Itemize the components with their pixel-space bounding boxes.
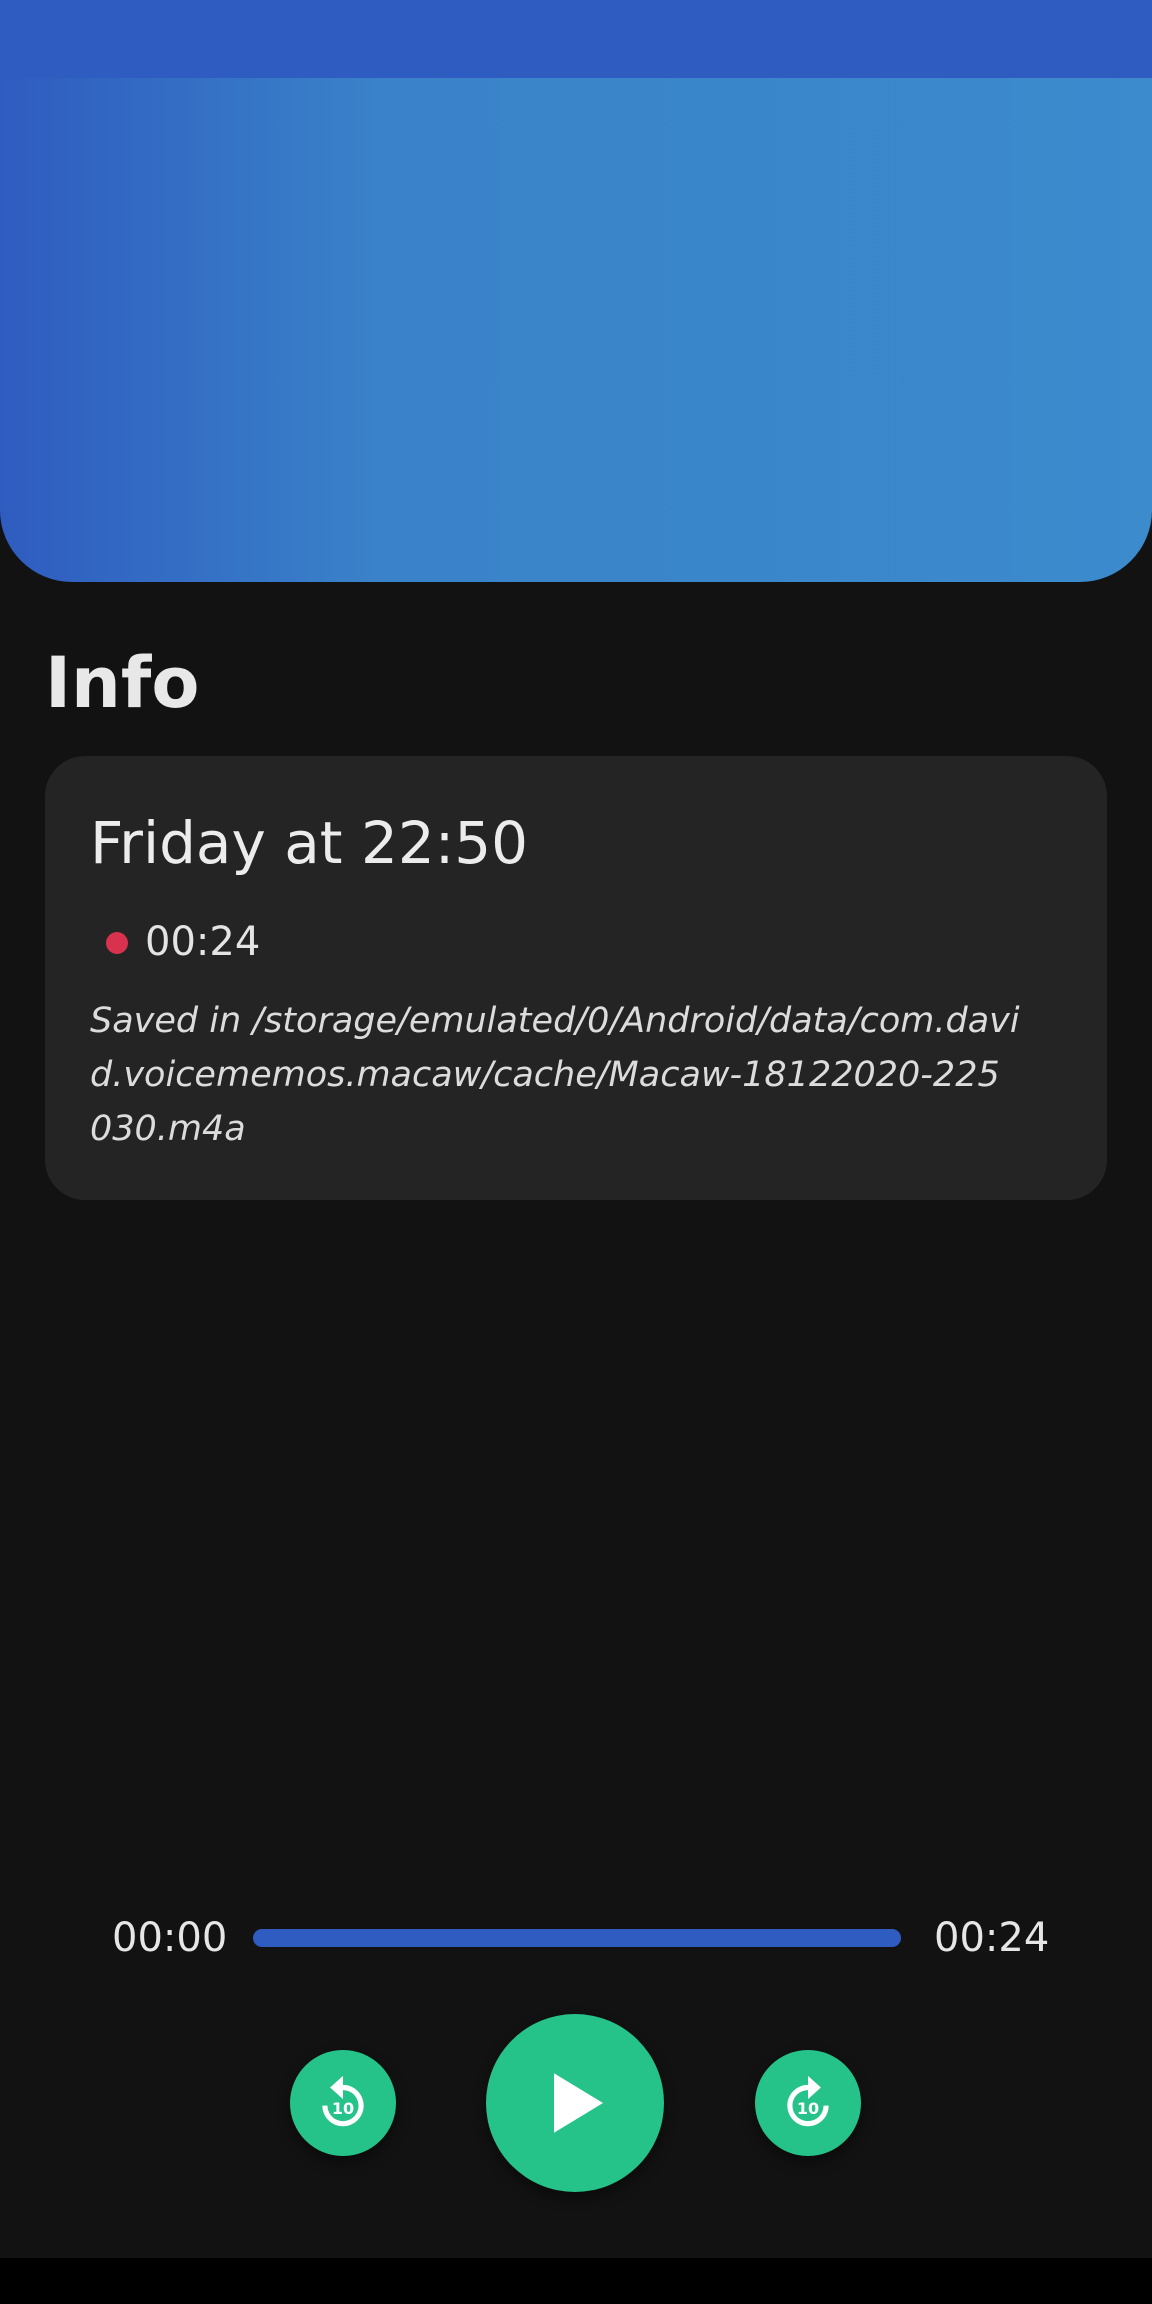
section-title: Info — [45, 642, 200, 724]
forward-10-icon: 10 — [787, 2075, 829, 2127]
status-bar — [0, 0, 1152, 78]
forward-10-button[interactable]: 10 — [755, 2050, 861, 2156]
recording-title: Friday at 22:50 — [90, 809, 529, 877]
play-button[interactable] — [486, 2014, 664, 2192]
rewind-skip-label: 10 — [332, 2099, 354, 2118]
forward-skip-label: 10 — [797, 2099, 819, 2118]
total-time: 00:24 — [934, 1915, 1050, 1961]
play-icon — [554, 2073, 603, 2133]
playback-progress-bar[interactable] — [253, 1929, 901, 1947]
record-dot-icon — [106, 932, 128, 954]
recording-info-card: Friday at 22:50 00:24 Saved in /storage/… — [45, 756, 1107, 1200]
replay-10-icon: 10 — [322, 2075, 364, 2127]
navigation-bar — [0, 2258, 1152, 2304]
recording-duration: 00:24 — [145, 919, 261, 965]
saved-path-text: Saved in /storage/emulated/0/Android/dat… — [90, 1001, 1020, 1149]
rewind-10-button[interactable]: 10 — [290, 2050, 396, 2156]
header-banner — [0, 78, 1152, 582]
current-time: 00:00 — [112, 1915, 228, 1961]
